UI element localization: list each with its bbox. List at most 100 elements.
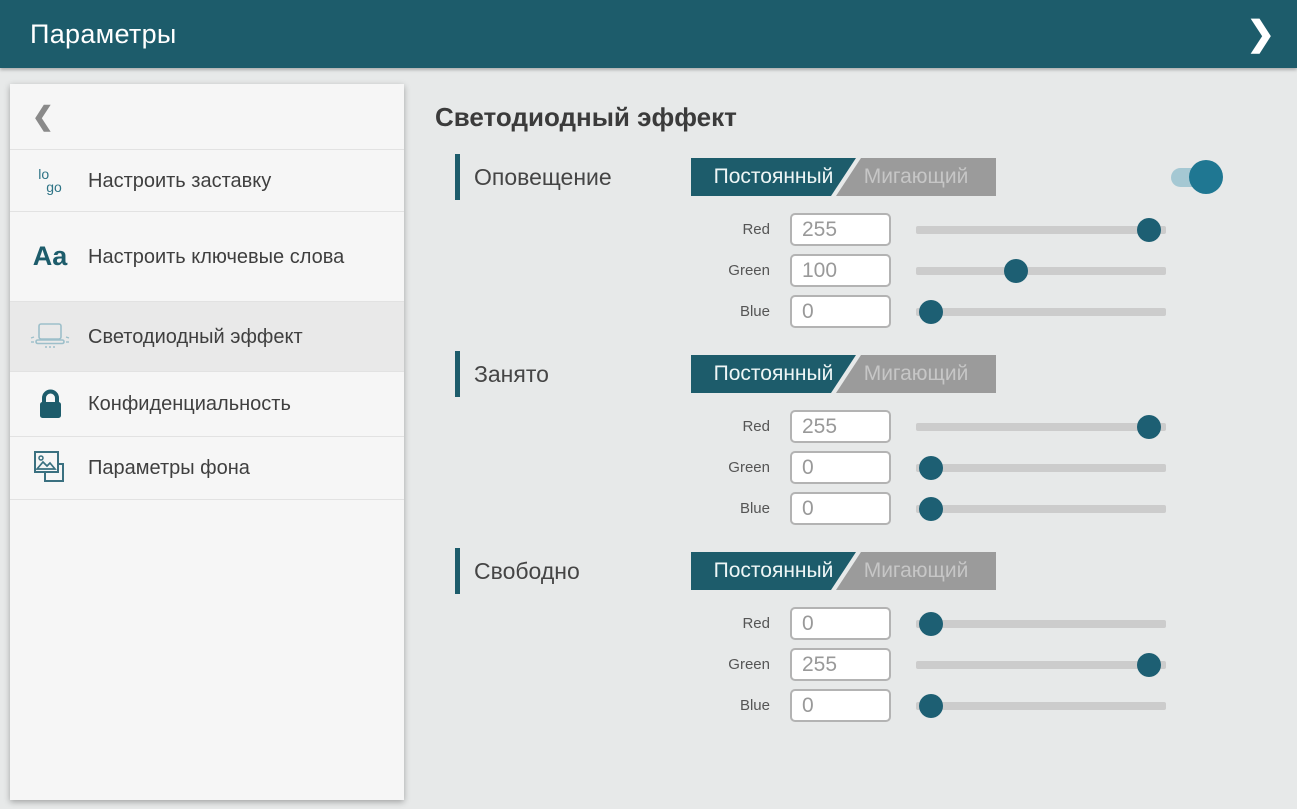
mode-toggle-group: Постоянный Мигающий	[691, 552, 996, 590]
channel-label: Blue	[710, 500, 790, 517]
slider-track[interactable]	[916, 226, 1166, 234]
channel-value-input[interactable]	[790, 492, 891, 525]
keywords-aa-icon: Aa	[28, 241, 72, 272]
slider-thumb[interactable]	[1137, 415, 1161, 439]
channel-slider[interactable]	[916, 693, 1166, 719]
channel-label: Red	[710, 221, 790, 238]
settings-sidebar: ❮ logo Настроить заставку Aa Настроить к…	[10, 84, 404, 800]
sidebar-item-privacy[interactable]: Конфиденциальность	[10, 372, 404, 437]
channel-slider[interactable]	[916, 217, 1166, 243]
channel-slider[interactable]	[916, 258, 1166, 284]
channel-row: Red	[710, 209, 1247, 250]
slider-track[interactable]	[916, 423, 1166, 431]
led-display-icon	[28, 320, 72, 354]
slider-track[interactable]	[916, 661, 1166, 669]
rgb-sliders: Red Green Blue	[455, 406, 1247, 529]
toggle-knob[interactable]	[1189, 160, 1223, 194]
channel-slider[interactable]	[916, 652, 1166, 678]
sidebar-item-label: Светодиодный эффект	[88, 324, 317, 350]
rgb-sliders: Red Green Blue	[455, 603, 1247, 726]
slider-track[interactable]	[916, 267, 1166, 275]
mode-blinking-button[interactable]: Мигающий	[836, 158, 996, 196]
sidebar-item-led-effect[interactable]: Светодиодный эффект	[10, 302, 404, 372]
mode-solid-button[interactable]: Постоянный	[691, 355, 856, 393]
slider-thumb[interactable]	[919, 456, 943, 480]
images-icon	[28, 448, 72, 488]
channel-label: Blue	[710, 697, 790, 714]
section-title: Свободно	[474, 558, 691, 585]
channel-label: Red	[710, 615, 790, 632]
content-title: Светодиодный эффект	[435, 102, 1247, 133]
channel-row: Red	[710, 603, 1247, 644]
sidebar-item-splash-screen[interactable]: logo Настроить заставку	[10, 150, 404, 212]
section-accent-bar	[455, 351, 460, 397]
enable-toggle[interactable]	[1171, 160, 1223, 194]
channel-label: Green	[710, 262, 790, 279]
led-section: Оповещение Постоянный Мигающий Red Green	[455, 149, 1247, 332]
sidebar-item-label: Настроить ключевые слова	[88, 244, 358, 270]
sidebar-item-label: Настроить заставку	[88, 168, 285, 194]
channel-row: Red	[710, 406, 1247, 447]
mode-toggle-group: Постоянный Мигающий	[691, 158, 996, 196]
channel-row: Blue	[710, 291, 1247, 332]
channel-slider[interactable]	[916, 611, 1166, 637]
slider-track[interactable]	[916, 702, 1166, 710]
slider-thumb[interactable]	[919, 612, 943, 636]
slider-track[interactable]	[916, 505, 1166, 513]
sidebar-back-button[interactable]: ❮	[10, 84, 404, 150]
channel-row: Green	[710, 250, 1247, 291]
slider-thumb[interactable]	[1137, 218, 1161, 242]
back-chevron-icon: ❮	[32, 101, 54, 132]
channel-label: Blue	[710, 303, 790, 320]
channel-slider[interactable]	[916, 414, 1166, 440]
slider-track[interactable]	[916, 308, 1166, 316]
led-effect-panel: Светодиодный эффект Оповещение Постоянны…	[435, 84, 1247, 740]
channel-slider[interactable]	[916, 496, 1166, 522]
slider-thumb[interactable]	[919, 300, 943, 324]
channel-value-input[interactable]	[790, 213, 891, 246]
section-accent-bar	[455, 154, 460, 200]
channel-row: Blue	[710, 685, 1247, 726]
led-section: Свободно Постоянный Мигающий Red Green	[455, 543, 1247, 726]
mode-blinking-button[interactable]: Мигающий	[836, 552, 996, 590]
app-header: Параметры ❯	[0, 0, 1297, 68]
logo-text-icon: logo	[28, 168, 72, 194]
sidebar-item-label: Конфиденциальность	[88, 391, 305, 417]
lock-icon	[28, 388, 72, 421]
channel-value-input[interactable]	[790, 451, 891, 484]
channel-value-input[interactable]	[790, 648, 891, 681]
section-title: Занято	[474, 361, 691, 388]
channel-row: Blue	[710, 488, 1247, 529]
page-title: Параметры	[30, 19, 177, 50]
channel-label: Green	[710, 459, 790, 476]
slider-thumb[interactable]	[1137, 653, 1161, 677]
mode-blinking-button[interactable]: Мигающий	[836, 355, 996, 393]
slider-thumb[interactable]	[919, 694, 943, 718]
mode-toggle-group: Постоянный Мигающий	[691, 355, 996, 393]
channel-value-input[interactable]	[790, 410, 891, 443]
channel-row: Green	[710, 447, 1247, 488]
mode-solid-button[interactable]: Постоянный	[691, 158, 856, 196]
channel-value-input[interactable]	[790, 689, 891, 722]
led-sections: Оповещение Постоянный Мигающий Red Green	[435, 149, 1247, 726]
channel-row: Green	[710, 644, 1247, 685]
channel-slider[interactable]	[916, 455, 1166, 481]
slider-thumb[interactable]	[919, 497, 943, 521]
slider-track[interactable]	[916, 464, 1166, 472]
sidebar-item-keywords[interactable]: Aa Настроить ключевые слова	[10, 212, 404, 302]
rgb-sliders: Red Green Blue	[455, 209, 1247, 332]
channel-label: Red	[710, 418, 790, 435]
channel-slider[interactable]	[916, 299, 1166, 325]
slider-thumb[interactable]	[1004, 259, 1028, 283]
led-section: Занято Постоянный Мигающий Red Green	[455, 346, 1247, 529]
channel-label: Green	[710, 656, 790, 673]
channel-value-input[interactable]	[790, 295, 891, 328]
sidebar-item-background[interactable]: Параметры фона	[10, 437, 404, 500]
channel-value-input[interactable]	[790, 607, 891, 640]
section-accent-bar	[455, 548, 460, 594]
slider-track[interactable]	[916, 620, 1166, 628]
mode-solid-button[interactable]: Постоянный	[691, 552, 856, 590]
forward-chevron-icon[interactable]: ❯	[1247, 17, 1276, 51]
channel-value-input[interactable]	[790, 254, 891, 287]
section-title: Оповещение	[474, 164, 691, 191]
